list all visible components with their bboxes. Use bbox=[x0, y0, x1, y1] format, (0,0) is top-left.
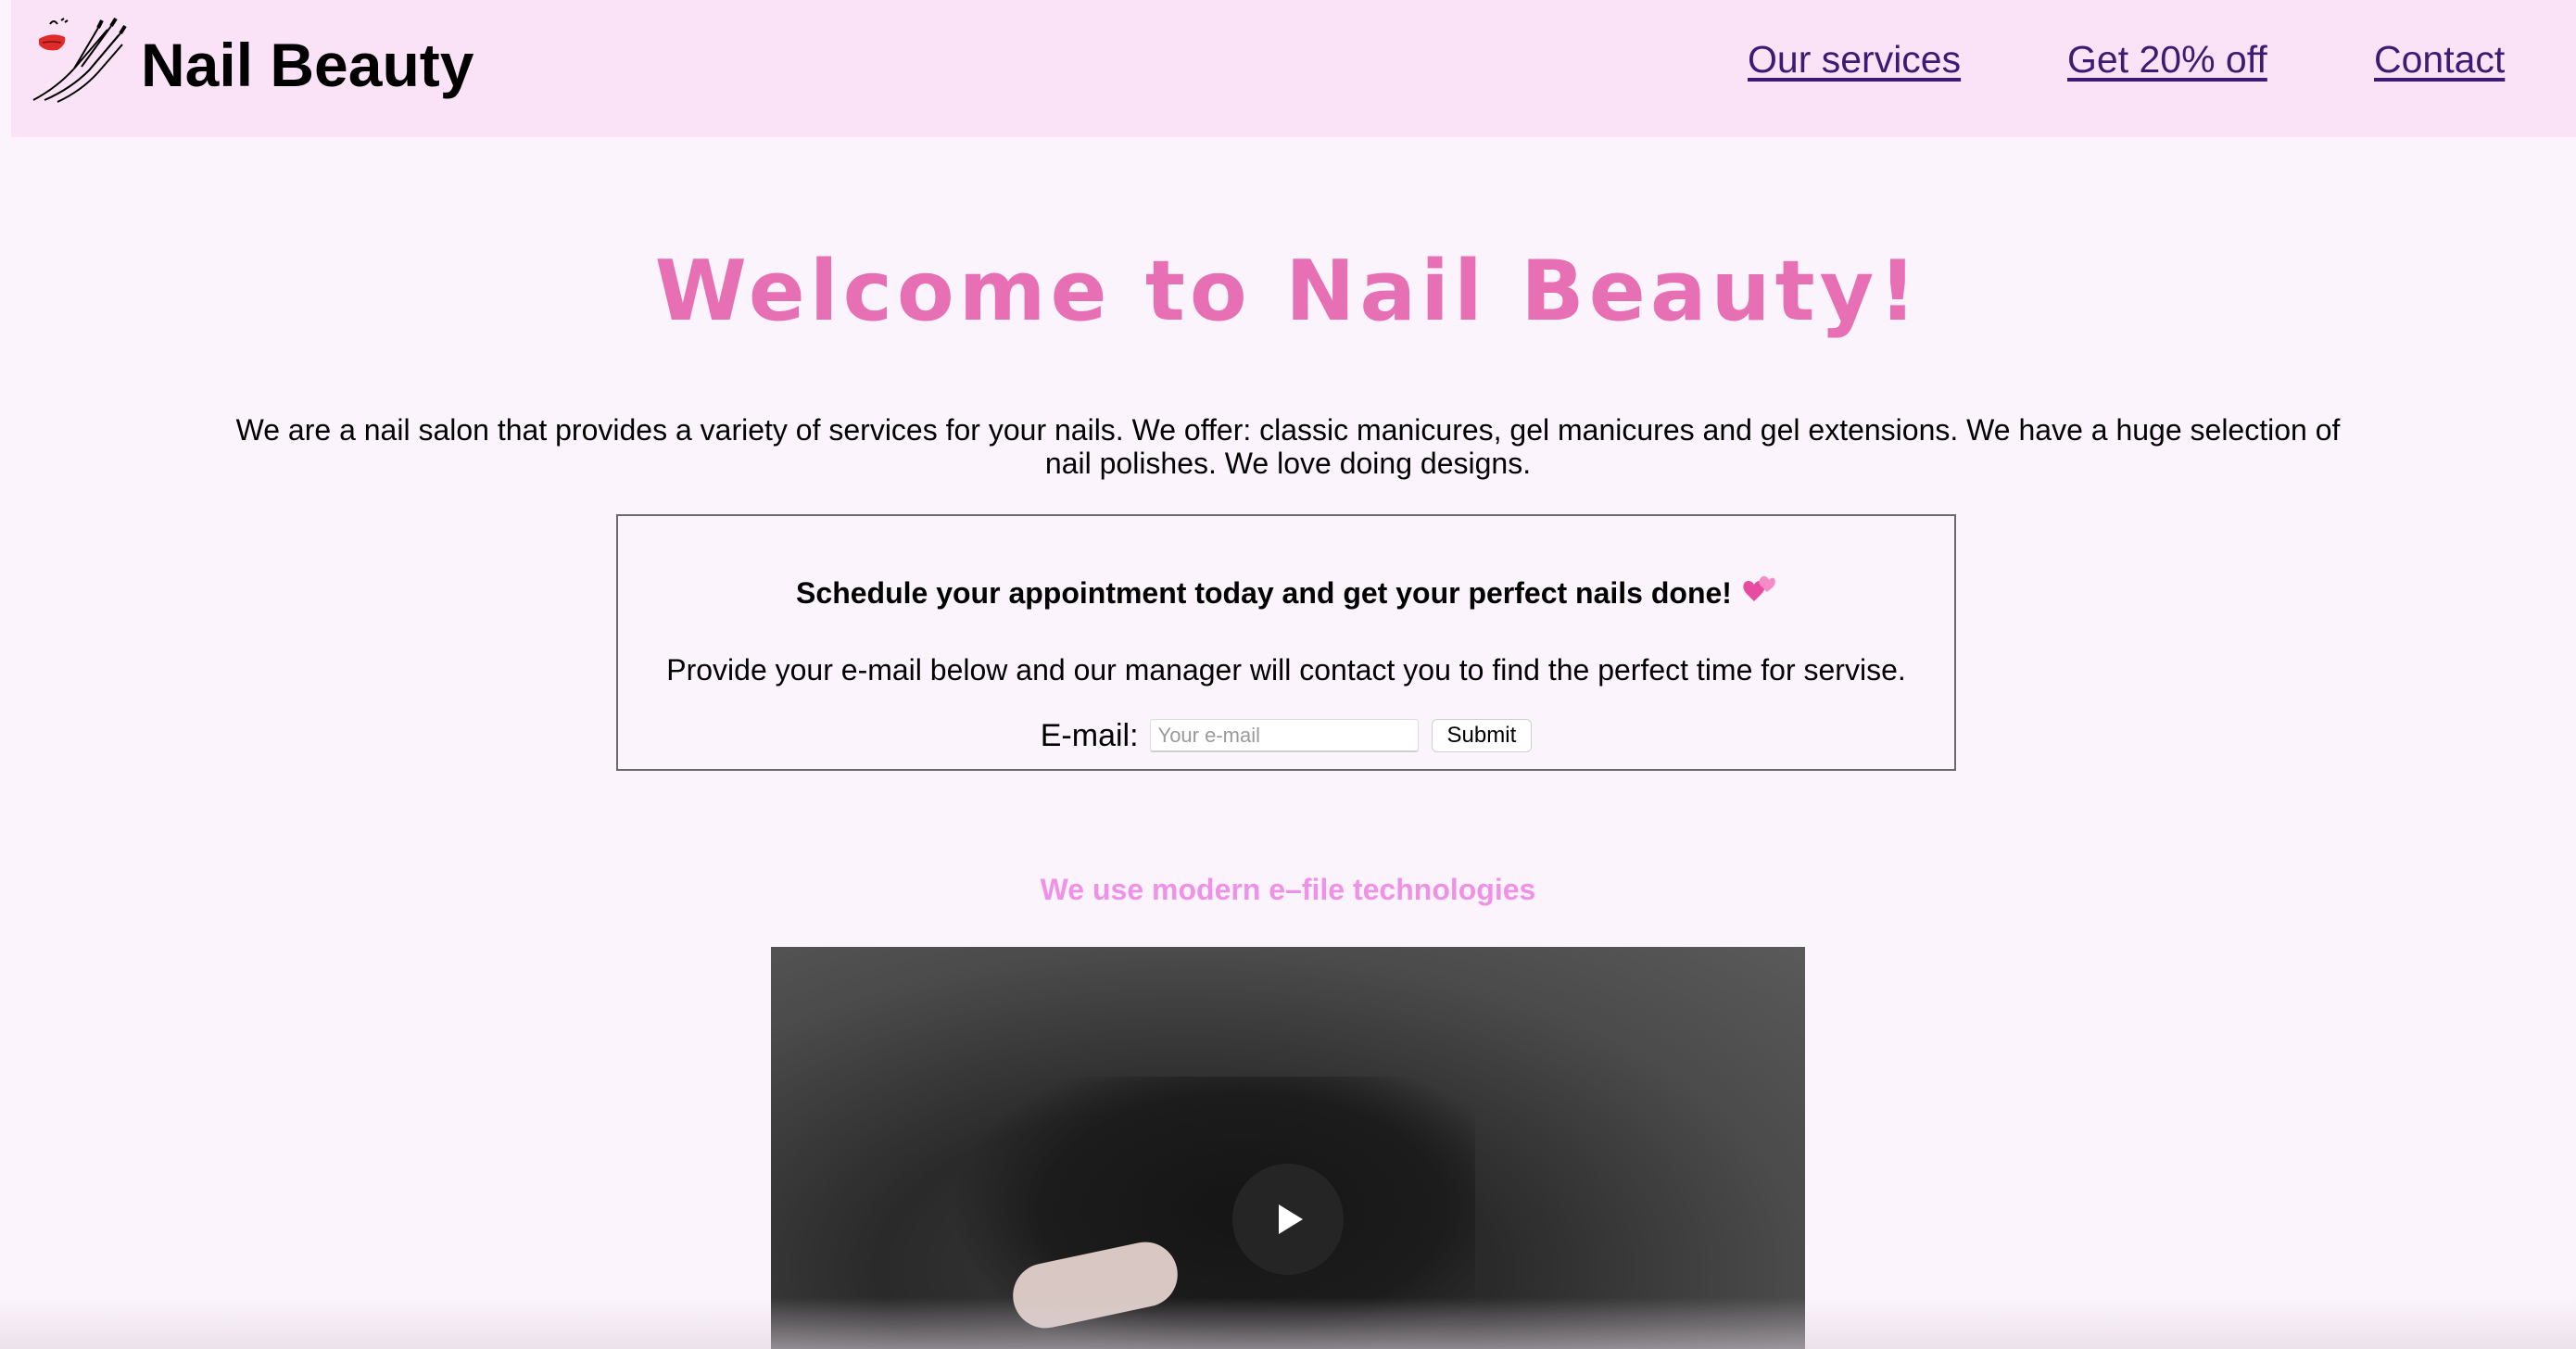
play-button[interactable] bbox=[1232, 1164, 1344, 1275]
play-icon bbox=[1279, 1204, 1303, 1234]
email-label: E-mail: bbox=[1040, 717, 1139, 753]
email-form: E-mail: Submit bbox=[618, 714, 1954, 757]
site-header: Nail Beauty Our services Get 20% off Con… bbox=[11, 0, 2576, 137]
appointment-heading: Schedule your appointment today and get … bbox=[796, 576, 1732, 610]
intro-paragraph: We are a nail salon that provides a vari… bbox=[235, 413, 2341, 480]
submit-button[interactable]: Submit bbox=[1431, 719, 1533, 752]
two-hearts-icon bbox=[1743, 575, 1775, 601]
nav-link-get-discount[interactable]: Get 20% off bbox=[2067, 33, 2267, 85]
video-player[interactable] bbox=[771, 947, 1805, 1349]
page-title: Welcome to Nail Beauty! bbox=[654, 243, 1922, 340]
email-input[interactable] bbox=[1149, 719, 1419, 752]
efile-heading: We use modern e–file technologies bbox=[1040, 873, 1536, 906]
appointment-subtext: Provide your e-mail below and our manage… bbox=[666, 653, 1906, 687]
nav-link-our-services[interactable]: Our services bbox=[1748, 33, 1961, 85]
appointment-heading-row: Schedule your appointment today and get … bbox=[618, 572, 1954, 613]
appointment-box: Schedule your appointment today and get … bbox=[616, 514, 1956, 771]
nav-link-contact[interactable]: Contact bbox=[2374, 33, 2505, 85]
main-nav: Our services Get 20% off Contact bbox=[11, 33, 2576, 89]
